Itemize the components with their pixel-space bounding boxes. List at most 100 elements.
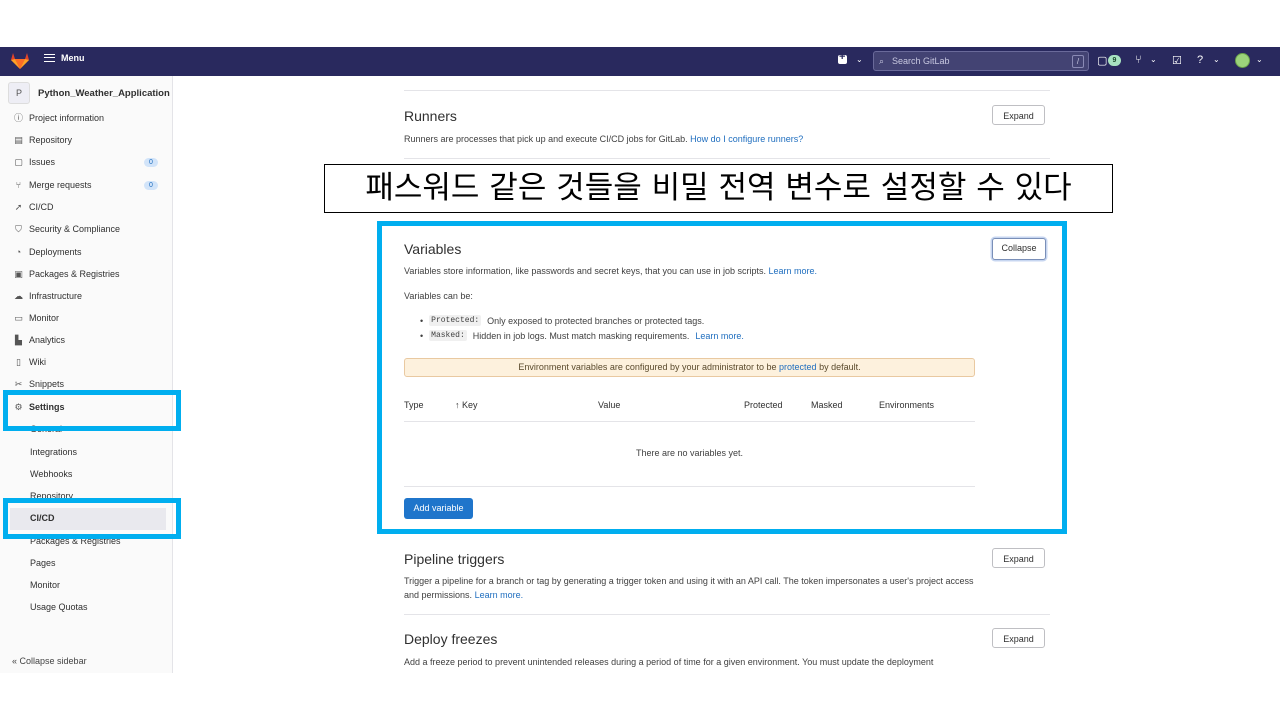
scissors-icon: ✂ xyxy=(14,378,23,389)
new-item-icon[interactable] xyxy=(838,51,847,64)
column-value: Value xyxy=(598,400,621,410)
cicd-highlight-box xyxy=(3,498,181,539)
variables-empty-state: There are no variables yet. xyxy=(635,448,744,458)
sidebar-subitem-usage-quotas[interactable]: Usage Quotas xyxy=(30,602,88,612)
annotation-caption: 패스워드 같은 것들을 비밀 전역 변수로 설정할 수 있다 xyxy=(324,164,1113,213)
column-key[interactable]: ↑ Key xyxy=(455,400,478,410)
sidebar-subitem-pages[interactable]: Pages xyxy=(30,558,56,568)
sidebar-item-project-information[interactable]: ⓘ Project information xyxy=(14,113,104,123)
sidebar-item-deployments[interactable]: ◔ Deployments xyxy=(14,247,82,257)
pipeline-triggers-description: Trigger a pipeline for a branch or tag b… xyxy=(404,574,979,602)
chevron-down-icon[interactable]: ⌄ xyxy=(1150,55,1157,64)
sidebar-item-merge-requests[interactable]: ⑂ Merge requests xyxy=(14,180,92,190)
section-divider xyxy=(404,614,1050,615)
monitor-icon: ▭ xyxy=(14,312,23,323)
sidebar-item-packages[interactable]: ▣ Packages & Registries xyxy=(14,268,120,279)
issues-icon: ▢ xyxy=(14,156,23,167)
alert-text-end: by default. xyxy=(819,362,861,372)
merge-requests-count-badge: 0 xyxy=(144,181,158,190)
chevron-down-icon[interactable]: ⌄ xyxy=(1213,55,1220,64)
runners-description: Runners are processes that pick up and e… xyxy=(404,132,803,146)
shield-icon: ⛉ xyxy=(15,223,22,234)
alert-protected-link[interactable]: protected xyxy=(779,362,817,372)
collapse-sidebar-label: Collapse sidebar xyxy=(19,656,87,666)
project-avatar: P xyxy=(8,82,30,104)
sidebar-item-wiki[interactable]: ▯ Wiki xyxy=(14,357,46,367)
section-divider xyxy=(404,90,1050,91)
chevron-down-icon[interactable]: ⌄ xyxy=(856,55,863,64)
runners-help-link[interactable]: How do I configure runners? xyxy=(690,134,803,144)
sidebar-item-label: Project information xyxy=(29,113,105,123)
runners-expand-button[interactable]: Expand xyxy=(992,105,1045,125)
rocket-icon: ➚ xyxy=(14,201,23,212)
variables-description-text: Variables store information, like passwo… xyxy=(404,266,767,276)
help-icon[interactable]: ? xyxy=(1197,54,1203,66)
variables-collapse-button[interactable]: Collapse xyxy=(992,238,1046,260)
chevron-down-icon[interactable]: ⌄ xyxy=(1256,55,1263,64)
project-header[interactable]: P Python_Weather_Application xyxy=(8,82,170,104)
alert-text: Environment variables are configured by … xyxy=(518,362,777,372)
search-shortcut-key: / xyxy=(1072,55,1084,68)
column-type: Type xyxy=(404,400,424,410)
chart-icon: ▙ xyxy=(15,334,22,345)
sidebar-item-label: Merge requests xyxy=(29,180,92,190)
sidebar-item-analytics[interactable]: ▙ Analytics xyxy=(14,335,65,345)
pipeline-triggers-title: Pipeline triggers xyxy=(404,551,505,567)
sidebar-item-label: Repository xyxy=(29,135,73,145)
user-avatar[interactable] xyxy=(1235,53,1250,68)
menu-button[interactable]: Menu xyxy=(44,53,85,63)
runners-description-text: Runners are processes that pick up and e… xyxy=(404,134,688,144)
search-input[interactable]: ⌕ Search GitLab / xyxy=(873,51,1089,71)
search-icon: ⌕ xyxy=(879,56,885,66)
sidebar-subitem-webhooks[interactable]: Webhooks xyxy=(30,469,72,479)
sidebar-item-infrastructure[interactable]: ☁ Infrastructure xyxy=(14,291,82,301)
sidebar-subitem-monitor[interactable]: Monitor xyxy=(30,580,60,590)
sidebar-item-snippets[interactable]: ✂ Snippets xyxy=(14,379,64,389)
column-masked: Masked xyxy=(811,400,843,410)
sidebar-item-label: Packages & Registries xyxy=(29,269,120,279)
sidebar-item-label: Analytics xyxy=(29,335,66,345)
gitlab-logo-icon[interactable] xyxy=(10,52,30,70)
project-name: Python_Weather_Application xyxy=(38,87,170,99)
variables-learn-more-link[interactable]: Learn more. xyxy=(769,266,818,276)
issues-count-badge: 0 xyxy=(144,158,158,167)
protected-code: Protected: xyxy=(429,315,482,326)
sidebar-item-label: Security & Compliance xyxy=(29,224,121,234)
masked-text: Hidden in job logs. Must match masking r… xyxy=(472,330,690,341)
double-chevron-left-icon: « xyxy=(12,656,18,666)
issues-icon[interactable]: ▢ xyxy=(1097,54,1107,67)
sidebar-item-security[interactable]: ⛉ Security & Compliance xyxy=(14,224,120,234)
hamburger-icon xyxy=(44,54,55,62)
protected-alert: Environment variables are configured by … xyxy=(404,358,975,377)
variables-description: Variables store information, like passwo… xyxy=(404,264,817,278)
add-variable-button[interactable]: Add variable xyxy=(404,498,473,519)
merge-request-icon: ⑂ xyxy=(15,179,22,190)
variables-can-be: Variables can be: xyxy=(404,291,473,301)
search-placeholder: Search GitLab xyxy=(892,56,950,66)
book-icon: ▯ xyxy=(16,356,21,367)
masking-learn-more-link[interactable]: Learn more. xyxy=(695,331,744,341)
sidebar-subitem-integrations[interactable]: Integrations xyxy=(30,447,77,457)
pipeline-triggers-learn-more-link[interactable]: Learn more. xyxy=(475,590,524,600)
deployments-icon: ◔ xyxy=(15,246,22,257)
file-icon: ▤ xyxy=(14,134,23,145)
sidebar-item-repository[interactable]: ▤ Repository xyxy=(14,135,72,145)
sidebar-item-issues[interactable]: ▢ Issues xyxy=(14,157,55,167)
sidebar-item-monitor[interactable]: ▭ Monitor xyxy=(14,313,59,323)
sidebar-item-label: Snippets xyxy=(29,379,65,389)
bottom-margin xyxy=(0,673,1280,720)
masked-bullet: • Masked: Hidden in job logs. Must match… xyxy=(420,330,744,341)
section-divider xyxy=(404,158,1050,159)
collapse-sidebar-button[interactable]: « Collapse sidebar xyxy=(12,656,87,666)
bullet-dot: • xyxy=(420,330,424,341)
merge-request-icon[interactable]: ⑂ xyxy=(1135,54,1142,66)
sidebar-item-cicd[interactable]: ➚ CI/CD xyxy=(14,202,54,212)
project-sidebar: P Python_Weather_Application ⓘ Project in… xyxy=(0,76,173,673)
menu-label: Menu xyxy=(61,53,85,63)
package-icon: ▣ xyxy=(14,268,23,279)
masked-code: Masked: xyxy=(429,330,467,341)
pipeline-triggers-expand-button[interactable]: Expand xyxy=(992,548,1045,568)
deploy-freezes-expand-button[interactable]: Expand xyxy=(992,628,1045,648)
info-icon: ⓘ xyxy=(14,112,24,123)
todo-icon[interactable]: ☑ xyxy=(1172,54,1182,67)
